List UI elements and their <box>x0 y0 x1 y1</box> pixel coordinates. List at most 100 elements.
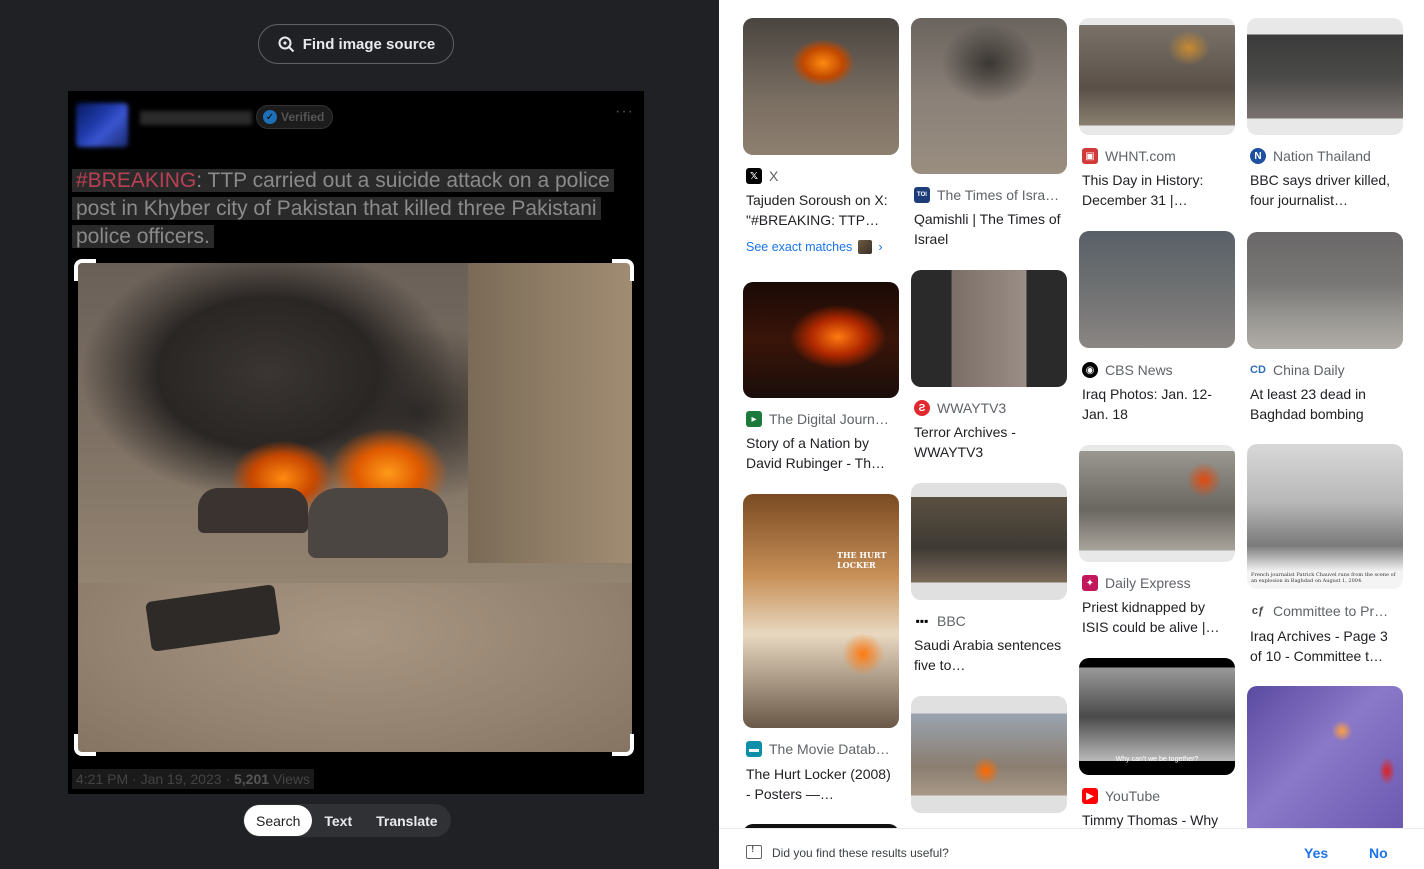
result-title[interactable]: BBC says driver killed, four journalist… <box>1250 170 1401 210</box>
result-card[interactable]: ◉ CBS News Iraq Photos: Jan. 12-Jan. 18 <box>1079 231 1235 431</box>
result-title[interactable]: The Hurt Locker (2008) - Posters —… <box>746 764 897 804</box>
result-card[interactable] <box>911 696 1067 826</box>
tmdb-icon: ▬ <box>746 741 762 757</box>
tab-translate[interactable]: Translate <box>364 805 449 836</box>
cbs-icon: ◉ <box>1082 362 1098 378</box>
crop-handle-top-right[interactable] <box>612 259 634 281</box>
image-search-icon <box>278 36 294 53</box>
result-title[interactable]: Terror Archives - WWAYTV3 <box>914 422 1065 462</box>
youtube-icon: ▶ <box>1082 788 1098 804</box>
result-title[interactable]: At least 23 dead in Baghdad bombing <box>1250 384 1401 424</box>
exact-match-thumbnail <box>858 240 873 254</box>
result-thumbnail[interactable] <box>1247 18 1403 135</box>
result-thumbnail[interactable] <box>1079 445 1235 562</box>
times-of-israel-icon: TOI <box>914 187 930 203</box>
digital-journal-icon: ▸ <box>746 411 762 427</box>
result-source: CBS News <box>1105 362 1173 378</box>
result-card[interactable]: 𝕏X Tajuden Soroush on X: "#BREAKING: TTP… <box>743 18 899 258</box>
result-source: The Digital Journ… <box>769 411 889 427</box>
result-title[interactable]: Qamishli | The Times of Israel <box>914 209 1065 249</box>
crop-handle-bottom-right[interactable] <box>612 734 634 756</box>
tweet-views-label: Views <box>269 771 311 787</box>
result-thumbnail[interactable] <box>911 270 1067 387</box>
result-card[interactable]: CD China Daily At least 23 dead in Baghda… <box>1247 232 1403 432</box>
result-card[interactable]: French journalist Patrick Chauvel runs f… <box>1247 444 1403 674</box>
feedback-icon <box>746 844 762 859</box>
feedback-bar: Did you find these results useful? Yes N… <box>719 828 1424 869</box>
feedback-question: Did you find these results useful? <box>772 846 949 860</box>
result-source: YouTube <box>1105 788 1161 804</box>
result-thumbnail[interactable] <box>1247 686 1403 828</box>
result-source: The Times of Isra… <box>937 187 1060 203</box>
result-card[interactable]: N Nation Thailand BBC says driver killed,… <box>1247 18 1403 218</box>
result-card[interactable]: ▸ The Digital Journ… Story of a Nation by… <box>743 282 899 482</box>
result-card[interactable] <box>1247 686 1403 828</box>
tweet-views-count: 5,201 <box>233 771 270 787</box>
express-icon: ✦ <box>1082 575 1098 591</box>
avatar <box>76 103 128 147</box>
tab-search[interactable]: Search <box>244 805 313 836</box>
result-card[interactable]: Why can't we be together? ▶ YouTube Timmy… <box>1079 658 1235 828</box>
result-thumbnail[interactable] <box>911 18 1067 174</box>
result-card[interactable]: ▪▪▪ BBC Saudi Arabia sentences five to… <box>911 483 1067 683</box>
result-title[interactable]: Tajuden Soroush on X: "#BREAKING: TTP… <box>746 190 897 230</box>
result-source: WWAYTV3 <box>937 400 1007 416</box>
find-image-source-label: Find image source <box>302 35 436 53</box>
query-image: ✓ Verified ··· #BREAKING: TTP carried ou… <box>68 91 644 794</box>
result-thumbnail[interactable] <box>911 696 1067 813</box>
result-thumbnail[interactable]: THE HURT LOCKER <box>743 494 899 728</box>
verified-badge: ✓ Verified <box>256 105 334 129</box>
tweet-text: #BREAKING: TTP carried out a suicide att… <box>72 167 628 251</box>
result-title[interactable]: Iraq Archives - Page 3 of 10 - Committee… <box>1250 626 1401 666</box>
results-panel: 𝕏X Tajuden Soroush on X: "#BREAKING: TTP… <box>719 0 1424 869</box>
feedback-no-button[interactable]: No <box>1369 845 1388 861</box>
result-thumbnail[interactable] <box>1079 18 1235 135</box>
result-source: Committee to Pr… <box>1273 603 1389 619</box>
result-thumbnail[interactable]: Why can't we be together? <box>1079 658 1235 775</box>
thumbnail-caption: Why can't we be together? <box>1115 756 1199 763</box>
blurred-username <box>140 111 252 125</box>
tweet-time: 4:21 PM · Jan 19, 2023 · <box>76 771 234 787</box>
result-title[interactable]: Timmy Thomas - Why <box>1082 810 1233 828</box>
china-daily-icon: CD <box>1250 362 1266 378</box>
result-card[interactable]: THE HURT LOCKER ▬ The Movie Datab… The Hu… <box>743 494 899 814</box>
result-card[interactable]: TOI The Times of Isra… Qamishli | The Tim… <box>911 18 1067 258</box>
result-thumbnail[interactable] <box>911 483 1067 600</box>
tab-text[interactable]: Text <box>312 805 364 836</box>
see-exact-matches-label: See exact matches <box>746 240 853 254</box>
more-icon: ··· <box>615 103 634 120</box>
mode-tabs: Search Text Translate <box>243 804 451 837</box>
feedback-yes-button[interactable]: Yes <box>1304 845 1328 861</box>
result-thumbnail[interactable]: French journalist Patrick Chauvel runs f… <box>1247 444 1403 589</box>
result-card[interactable]: Ƨ WWAYTV3 Terror Archives - WWAYTV3 <box>911 270 1067 470</box>
x-icon: 𝕏 <box>746 168 762 184</box>
verified-label: Verified <box>281 110 325 124</box>
result-source: Daily Express <box>1105 575 1191 591</box>
result-title[interactable]: Priest kidnapped by ISIS could be alive … <box>1082 597 1233 637</box>
result-source: The Movie Datab… <box>769 741 890 757</box>
wway-icon: Ƨ <box>914 400 930 416</box>
hashtag: #BREAKING <box>76 169 197 192</box>
result-title[interactable]: Saudi Arabia sentences five to… <box>914 635 1065 675</box>
image-search-panel: Find image source ✓ Verified ··· #BREAKI… <box>0 0 719 869</box>
result-thumbnail[interactable] <box>743 18 899 155</box>
crop-handle-top-left[interactable] <box>74 259 96 281</box>
result-thumbnail[interactable] <box>1079 231 1235 348</box>
whnt-icon: ▣ <box>1082 148 1098 164</box>
result-title[interactable]: This Day in History: December 31 |… <box>1082 170 1233 210</box>
crop-handle-bottom-left[interactable] <box>74 734 96 756</box>
result-source: China Daily <box>1273 362 1345 378</box>
results-grid: 𝕏X Tajuden Soroush on X: "#BREAKING: TTP… <box>719 0 1424 828</box>
tweet-meta: 4:21 PM · Jan 19, 2023 · 5,201 Views <box>72 769 315 789</box>
result-source: Nation Thailand <box>1273 148 1371 164</box>
result-thumbnail[interactable] <box>743 282 899 398</box>
result-title[interactable]: Iraq Photos: Jan. 12-Jan. 18 <box>1082 384 1233 424</box>
thumbnail-caption: THE HURT LOCKER <box>837 550 887 570</box>
find-image-source-button[interactable]: Find image source <box>258 24 454 64</box>
result-title[interactable]: Story of a Nation by David Rubinger - Th… <box>746 433 897 473</box>
result-card[interactable]: ▣ WHNT.com This Day in History: December … <box>1079 18 1235 218</box>
result-thumbnail[interactable] <box>1247 232 1403 349</box>
result-card[interactable]: ✦ Daily Express Priest kidnapped by ISIS … <box>1079 445 1235 645</box>
see-exact-matches-link[interactable]: See exact matches › <box>746 240 882 254</box>
explosion-photo <box>78 263 632 752</box>
